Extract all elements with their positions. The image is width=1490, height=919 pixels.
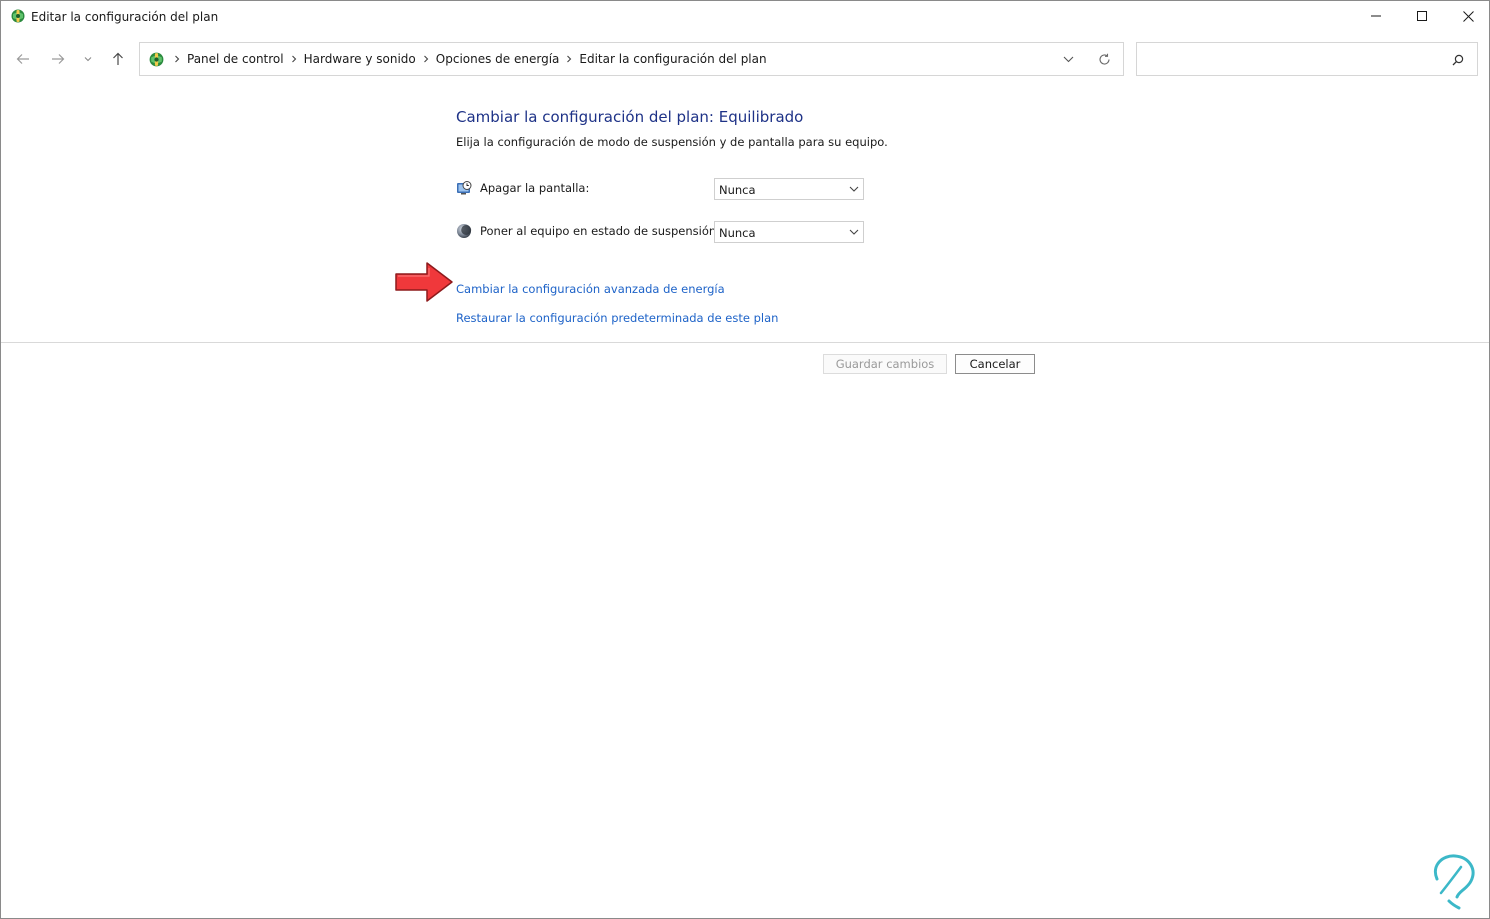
cancel-button[interactable]: Cancelar xyxy=(955,354,1035,374)
breadcrumb: Panel de control Hardware y sonido Opcio… xyxy=(168,43,768,75)
restore-defaults-link[interactable]: Restaurar la configuración predeterminad… xyxy=(456,311,778,325)
recent-locations-button[interactable] xyxy=(79,48,97,70)
display-timer-icon xyxy=(457,181,472,195)
watermark-logo-icon xyxy=(1434,854,1475,910)
sleep-select[interactable]: Nunca xyxy=(714,221,864,243)
search-icon[interactable] xyxy=(1449,51,1467,69)
minimize-icon xyxy=(1371,15,1381,17)
navigation-bar: Panel de control Hardware y sonido Opcio… xyxy=(1,41,1489,77)
advanced-power-settings-link[interactable]: Cambiar la configuración avanzada de ene… xyxy=(456,282,725,296)
window: Editar la configuración del plan Panel d… xyxy=(0,0,1490,919)
back-button[interactable] xyxy=(12,48,34,70)
display-off-value: Nunca xyxy=(719,183,756,197)
chevron-right-icon[interactable] xyxy=(285,55,303,63)
control-panel-icon xyxy=(149,52,164,67)
chevron-right-icon[interactable] xyxy=(168,55,186,63)
footer-divider xyxy=(1,342,1489,343)
refresh-button[interactable] xyxy=(1094,49,1114,69)
sleep-label: Poner al equipo en estado de suspensión: xyxy=(480,224,721,238)
page-title: Cambiar la configuración del plan: Equil… xyxy=(456,108,804,126)
minimize-button[interactable] xyxy=(1353,1,1399,31)
arrow-left-icon xyxy=(16,54,29,64)
breadcrumb-hardware-y-sonido[interactable]: Hardware y sonido xyxy=(303,52,417,66)
up-button[interactable] xyxy=(107,48,129,70)
setting-row-sleep: Poner al equipo en estado de suspensión:… xyxy=(456,220,876,244)
window-title: Editar la configuración del plan xyxy=(31,10,219,24)
chevron-down-icon xyxy=(84,57,92,62)
display-off-select[interactable]: Nunca xyxy=(714,178,864,200)
close-button[interactable] xyxy=(1445,1,1490,31)
refresh-icon xyxy=(1098,53,1110,65)
chevron-right-icon[interactable] xyxy=(417,55,435,63)
address-dropdown-button[interactable] xyxy=(1058,49,1078,69)
title-bar: Editar la configuración del plan xyxy=(1,1,1489,33)
breadcrumb-panel-de-control[interactable]: Panel de control xyxy=(186,52,285,66)
chevron-down-icon xyxy=(848,183,860,195)
chevron-right-icon[interactable] xyxy=(560,55,578,63)
address-bar[interactable]: Panel de control Hardware y sonido Opcio… xyxy=(139,42,1124,76)
control-panel-icon xyxy=(11,9,25,23)
sleep-moon-icon xyxy=(457,224,472,238)
sleep-value: Nunca xyxy=(719,226,756,240)
chevron-down-icon xyxy=(848,226,860,238)
arrow-right-icon xyxy=(52,54,65,64)
page-description: Elija la configuración de modo de suspen… xyxy=(456,135,888,149)
annotation-arrow-icon xyxy=(395,262,453,302)
search-input[interactable] xyxy=(1143,49,1443,69)
main-content: Cambiar la configuración del plan: Equil… xyxy=(1,81,1489,342)
close-icon xyxy=(1462,10,1474,22)
arrow-up-icon xyxy=(113,52,123,65)
breadcrumb-opciones-de-energia[interactable]: Opciones de energía xyxy=(435,52,561,66)
breadcrumb-editar-configuracion[interactable]: Editar la configuración del plan xyxy=(578,52,767,66)
search-box[interactable] xyxy=(1136,42,1478,76)
setting-row-display: Apagar la pantalla: Nunca xyxy=(456,177,876,201)
maximize-button[interactable] xyxy=(1399,1,1445,31)
display-off-label: Apagar la pantalla: xyxy=(480,181,590,195)
save-changes-button[interactable]: Guardar cambios xyxy=(823,354,947,374)
forward-button[interactable] xyxy=(47,48,69,70)
chevron-down-icon xyxy=(1063,56,1073,62)
maximize-icon xyxy=(1417,11,1427,21)
